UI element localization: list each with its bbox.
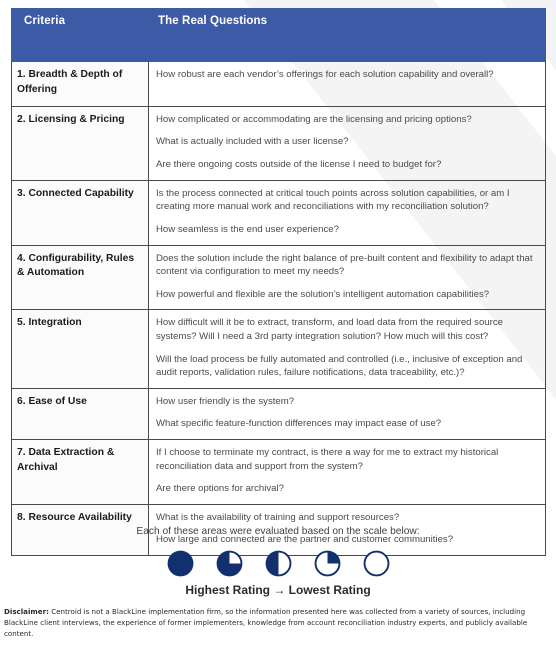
question-text: If I choose to terminate my contract, is… (156, 446, 499, 472)
rating-half-icon (265, 550, 291, 577)
question-text: How robust are each vendor’s offerings f… (156, 69, 494, 80)
question-text: Is the process connected at critical tou… (156, 187, 510, 213)
criteria-cell: 6. Ease of Use (11, 387, 149, 440)
criteria-table-container: Criteria The Real Questions 1. Breadth &… (11, 8, 546, 557)
scale-caption: Each of these areas were evaluated based… (136, 526, 420, 537)
questions-cell: How user friendly is the system? What spe… (148, 387, 546, 440)
question-text: How seamless is the end user experience? (156, 223, 339, 235)
rating-empty-icon (363, 550, 389, 577)
criteria-cell: 5. Integration (11, 309, 149, 389)
table-header: Criteria The Real Questions (11, 8, 546, 62)
disclaimer-body: Centroid is not a BlackLine implementati… (4, 607, 528, 639)
criteria-cell: 1. Breadth & Depth of Offering (11, 61, 149, 107)
criteria-table: Criteria The Real Questions 1. Breadth &… (11, 8, 546, 557)
rating-quarter-icon (314, 550, 340, 577)
rating-scale-row (0, 549, 556, 578)
criteria-cell: 3. Connected Capability (11, 179, 149, 246)
criteria-cell: 4. Configurability, Rules & Automation (11, 244, 149, 311)
question-text: How user friendly is the system? (156, 395, 295, 407)
question-text: Does the solution include the right bala… (156, 252, 533, 278)
column-header-criteria: Criteria (11, 8, 149, 62)
table-row: 1. Breadth & Depth of Offering How robust… (11, 61, 546, 107)
disclaimer-label: Disclaimer: (4, 607, 49, 616)
question-text: How complicated or accommodating are the… (156, 113, 472, 125)
questions-cell: How difficult will it be to extract, tra… (148, 309, 546, 389)
table-header-row: Criteria The Real Questions (11, 8, 546, 62)
question-text: What is the availability of training and… (156, 511, 400, 523)
table-row: 5. Integration How difficult will it be t… (11, 309, 546, 389)
table-body: 1. Breadth & Depth of Offering How robust… (11, 61, 546, 557)
table-row: 3. Connected Capability Is the process co… (11, 179, 546, 246)
question-text: Are there options for archival? (156, 483, 284, 495)
question-text: Will the load process be fully automated… (156, 353, 523, 379)
scale-legend: Highest Rating → Lowest Rating (185, 583, 371, 597)
questions-cell: How robust are each vendor’s offerings f… (148, 61, 546, 107)
page-root: Criteria The Real Questions 1. Breadth &… (0, 0, 556, 639)
table-row: 4. Configurability, Rules & Automation Do… (11, 244, 546, 311)
question-text: How difficult will it be to extract, tra… (156, 317, 503, 342)
questions-cell: Does the solution include the right bala… (148, 244, 546, 311)
column-header-questions: The Real Questions (148, 8, 546, 62)
criteria-cell: 2. Licensing & Pricing (11, 105, 149, 181)
question-text: What is actually included with a user li… (156, 136, 349, 148)
question-text: How powerful and flexible are the soluti… (156, 288, 490, 300)
rating-full-icon (167, 550, 193, 577)
questions-cell: If I choose to terminate my contract, is… (148, 438, 546, 505)
question-text: What specific feature-function differenc… (156, 418, 442, 430)
criteria-cell: 7. Data Extraction & Archival (11, 438, 149, 505)
questions-cell: Is the process connected at critical tou… (148, 179, 546, 246)
question-text: Are there ongoing costs outside of the l… (156, 159, 442, 171)
questions-cell: How complicated or accommodating are the… (148, 105, 546, 181)
table-row: 6. Ease of Use How user friendly is the s… (11, 387, 546, 440)
rating-three-quarter-icon (216, 550, 242, 577)
table-row: 7. Data Extraction & Archival If I choose… (11, 438, 546, 505)
table-row: 2. Licensing & Pricing How complicated or… (11, 105, 546, 181)
